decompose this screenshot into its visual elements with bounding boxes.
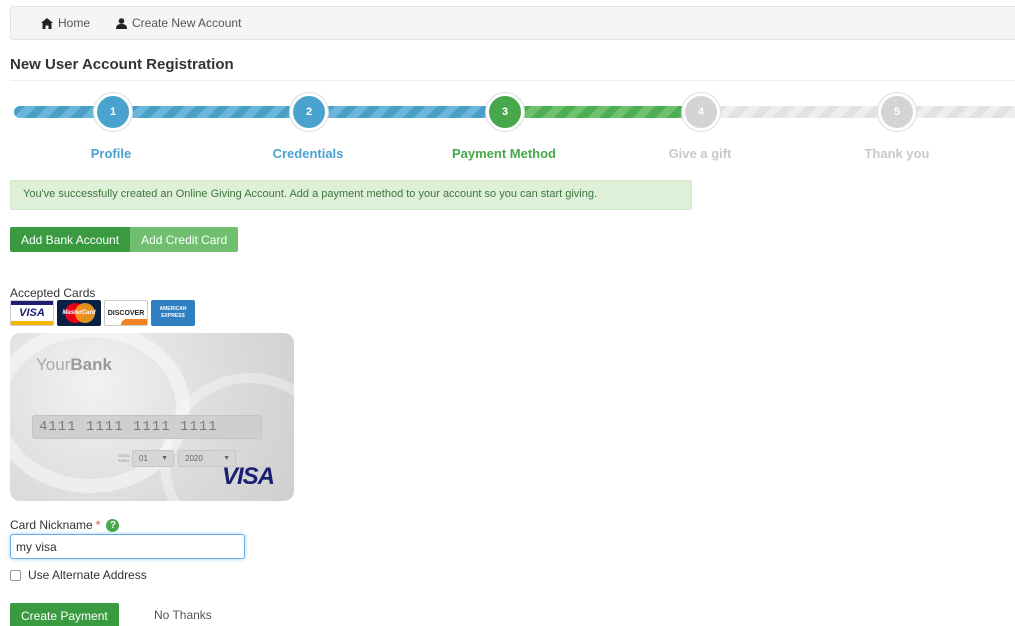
- step-5-label: Thank you: [864, 146, 930, 161]
- breadcrumb-create-label: Create New Account: [132, 16, 242, 30]
- no-thanks-link[interactable]: No Thanks: [154, 608, 212, 622]
- accepted-card-logos: VISA MasterCard DISCOVER AMERICAN EXPRES…: [10, 300, 195, 326]
- breadcrumb: Home Create New Account: [10, 6, 1015, 40]
- wizard-bar-5: [716, 106, 884, 118]
- create-payment-button[interactable]: Create Payment: [10, 603, 119, 626]
- visa-logo-text: VISA: [19, 307, 45, 319]
- step-4-circle: 4: [682, 93, 720, 131]
- discover-logo-icon: DISCOVER: [104, 300, 148, 326]
- user-icon: [116, 17, 128, 29]
- expiry-month-select[interactable]: 01 ▼: [132, 450, 174, 467]
- credit-card-preview: YourBank 4111 1111 1111 1111 GOOD THRU 0…: [10, 333, 294, 501]
- discover-logo-text: DISCOVER: [107, 309, 145, 317]
- step-2-circle[interactable]: 2: [290, 93, 328, 131]
- mastercard-logo-icon: MasterCard: [57, 300, 101, 326]
- payment-type-toggle: Add Bank Account Add Credit Card: [10, 227, 239, 252]
- mastercard-logo-text: MasterCard: [62, 310, 96, 316]
- wizard-bar-2: [128, 106, 296, 118]
- visa-logo-icon: VISA: [10, 300, 54, 326]
- help-icon[interactable]: ?: [106, 518, 120, 532]
- wizard-bar-1: [14, 106, 100, 118]
- breadcrumb-home-label: Home: [58, 16, 91, 30]
- amex-logo-icon: AMERICAN EXPRESS: [151, 300, 195, 326]
- chevron-down-icon: ▼: [223, 455, 230, 462]
- card-brand-logo: VISA: [222, 463, 275, 490]
- step-4-label: Give a gift: [668, 146, 732, 161]
- chevron-down-icon: ▼: [161, 455, 168, 462]
- alternate-address-option[interactable]: Use Alternate Address: [10, 568, 147, 582]
- step-1-circle[interactable]: 1: [94, 93, 132, 131]
- breadcrumb-create-account[interactable]: Create New Account: [116, 16, 241, 30]
- wizard-bar-6: [912, 106, 1015, 118]
- card-bank-name: YourBank: [36, 355, 112, 374]
- success-alert: You've successfully created an Online Gi…: [10, 180, 692, 210]
- alternate-address-label: Use Alternate Address: [28, 568, 147, 582]
- card-number-field[interactable]: 4111 1111 1111 1111: [32, 415, 262, 439]
- wizard-bar-3: [324, 106, 492, 118]
- step-3-circle[interactable]: 3: [486, 93, 524, 131]
- good-thru-label: GOOD THRU: [118, 453, 131, 463]
- required-marker: *: [95, 518, 101, 532]
- alternate-address-checkbox[interactable]: [10, 569, 21, 581]
- home-icon: [41, 17, 53, 29]
- step-1-label: Profile: [90, 146, 132, 161]
- registration-wizard: 1 2 3 4 5 Profile Credentials Payment Me…: [0, 90, 1015, 170]
- accepted-cards-label: Accepted Cards: [10, 286, 96, 300]
- breadcrumb-home[interactable]: Home: [41, 16, 90, 30]
- wizard-bar-4: [520, 106, 688, 118]
- card-nickname-label: Card Nickname * ?: [10, 518, 120, 532]
- page-title: New User Account Registration: [10, 56, 234, 73]
- add-bank-account-button[interactable]: Add Bank Account: [10, 227, 131, 252]
- step-3-label: Payment Method: [451, 146, 556, 161]
- card-nickname-input[interactable]: [10, 534, 245, 559]
- add-credit-card-button[interactable]: Add Credit Card: [130, 227, 239, 252]
- step-2-label: Credentials: [272, 146, 344, 161]
- step-5-circle: 5: [878, 93, 916, 131]
- title-divider: [10, 80, 1015, 81]
- amex-logo-text: AMERICAN EXPRESS: [159, 306, 187, 319]
